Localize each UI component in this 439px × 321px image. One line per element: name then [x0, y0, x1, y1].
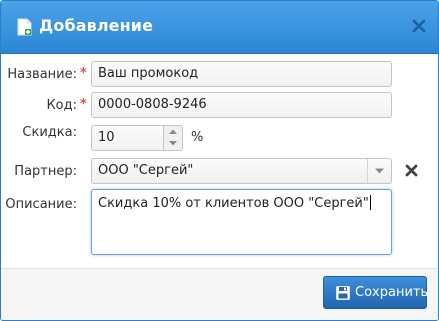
clear-x-icon[interactable] — [405, 164, 418, 177]
save-button[interactable]: Сохранить — [323, 276, 429, 309]
chevron-down-icon — [375, 168, 384, 174]
discount-spinner[interactable] — [164, 125, 183, 151]
partner-label: Партнер: — [14, 164, 77, 179]
name-value: Ваш промокод — [98, 66, 199, 81]
text-caret — [369, 195, 371, 210]
description-value: Скидка 10% от клиентов ООО "Сергей" — [98, 196, 369, 211]
discount-field[interactable]: 10 — [91, 125, 164, 151]
spinner-up-icon[interactable] — [164, 126, 182, 138]
document-add-icon — [17, 18, 32, 36]
code-value: 0000-0808-9246 — [98, 97, 207, 112]
add-dialog: Добавление Название: * Ваш промокод Код:… — [0, 0, 439, 321]
dialog-titlebar[interactable]: Добавление — [1, 1, 438, 54]
name-label: Название: — [7, 67, 77, 82]
discount-value: 10 — [98, 130, 115, 145]
discount-unit: % — [191, 130, 204, 145]
partner-selected-value: ООО "Сергей" — [98, 163, 194, 178]
name-required-mark: * — [80, 66, 87, 81]
spinner-down-icon[interactable] — [164, 138, 182, 150]
discount-label: Скидка: — [22, 125, 77, 140]
floppy-disk-icon — [336, 286, 350, 300]
close-icon[interactable] — [412, 19, 426, 33]
description-label: Описание: — [5, 197, 77, 212]
code-required-mark: * — [80, 97, 87, 112]
code-label: Код: — [46, 98, 77, 113]
save-button-label: Сохранить — [355, 285, 429, 300]
partner-select[interactable]: ООО "Сергей" — [91, 158, 392, 184]
dialog-footer: Сохранить — [1, 268, 438, 320]
name-field[interactable]: Ваш промокод — [91, 61, 392, 87]
partner-dropdown-toggle[interactable] — [367, 159, 391, 183]
dialog-title: Добавление — [39, 16, 154, 35]
dialog-body: Название: * Ваш промокод Код: * 0000-080… — [1, 54, 438, 268]
description-textarea[interactable]: Скидка 10% от клиентов ООО "Сергей" — [91, 189, 392, 255]
code-field[interactable]: 0000-0808-9246 — [91, 92, 392, 118]
